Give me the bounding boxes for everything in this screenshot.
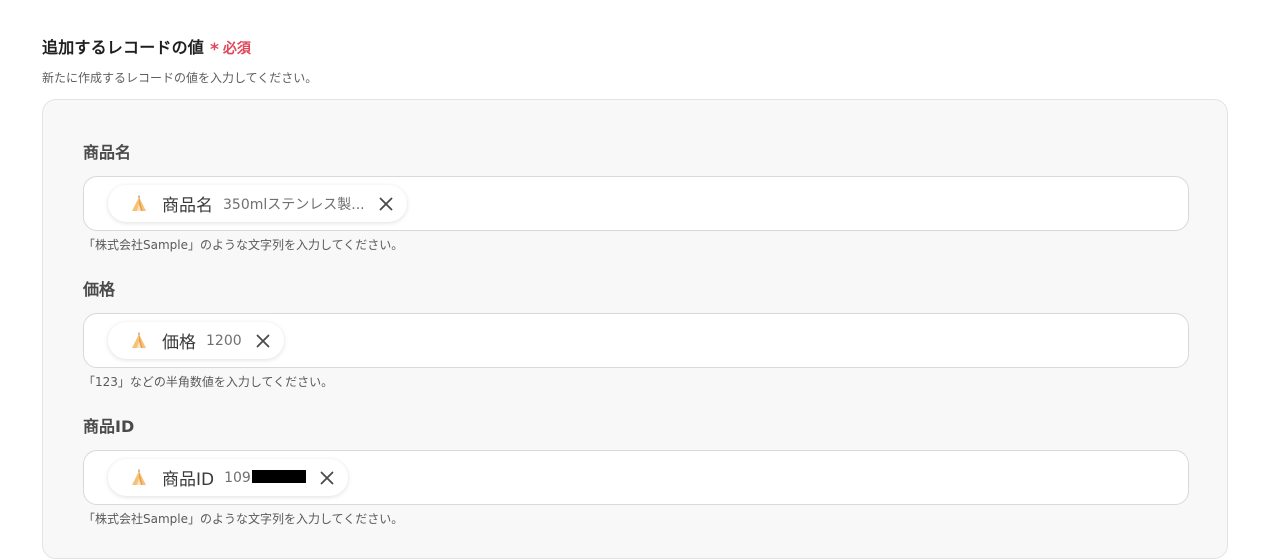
required-asterisk: * — [210, 40, 219, 60]
field-hint: 「株式会社Sample」のような文字列を入力してください。 — [83, 512, 404, 526]
close-icon[interactable] — [252, 330, 274, 352]
section-title: 追加するレコードの値 — [42, 38, 205, 57]
field-price: 価格 価格 1200 「123」などの半角数値を入力してください。 — [83, 279, 1189, 390]
product-id-input[interactable]: 商品ID 109 — [83, 450, 1189, 505]
field-hint: 「株式会社Sample」のような文字列を入力してください。 — [83, 238, 404, 252]
close-icon[interactable] — [375, 193, 397, 215]
section-description: 新たに作成するレコードの値を入力してください。 — [42, 71, 318, 85]
tent-icon — [130, 195, 148, 213]
section-header: 追加するレコードの値 * 必須 — [42, 34, 251, 60]
redaction-bar — [251, 470, 306, 483]
tent-icon — [130, 332, 148, 350]
chip-name: 商品名 — [162, 196, 213, 216]
chip-name: 商品ID — [162, 470, 215, 490]
chip-value: 1200 — [206, 332, 242, 349]
variable-chip[interactable]: 商品ID 109 — [108, 459, 348, 496]
close-icon[interactable] — [316, 467, 338, 489]
variable-chip[interactable]: 商品名 350mlステンレス製... — [108, 185, 407, 222]
chip-value: 350mlステンレス製... — [223, 196, 365, 213]
variable-chip[interactable]: 価格 1200 — [108, 322, 284, 359]
field-label: 商品ID — [83, 417, 135, 436]
tent-icon — [130, 469, 148, 487]
price-input[interactable]: 価格 1200 — [83, 313, 1189, 368]
chip-name: 価格 — [162, 333, 196, 353]
chip-value-text: 109 — [224, 469, 251, 486]
product-name-input[interactable]: 商品名 350mlステンレス製... — [83, 176, 1189, 231]
chip-value: 109 — [224, 470, 306, 486]
required-badge: 必須 — [222, 41, 251, 57]
field-product-name: 商品名 商品名 350mlステンレス製... 「株式会社Sample」のような文… — [83, 142, 1189, 253]
record-values-panel: 商品名 商品名 350mlステンレス製... 「株式会社Sample」のような文… — [42, 99, 1228, 559]
field-product-id: 商品ID 商品ID 109 「株式会社Sample」のような文字列を入力してくだ… — [83, 416, 1189, 527]
field-label: 価格 — [83, 280, 116, 299]
field-hint: 「123」などの半角数値を入力してください。 — [83, 375, 334, 389]
field-label: 商品名 — [83, 143, 132, 162]
